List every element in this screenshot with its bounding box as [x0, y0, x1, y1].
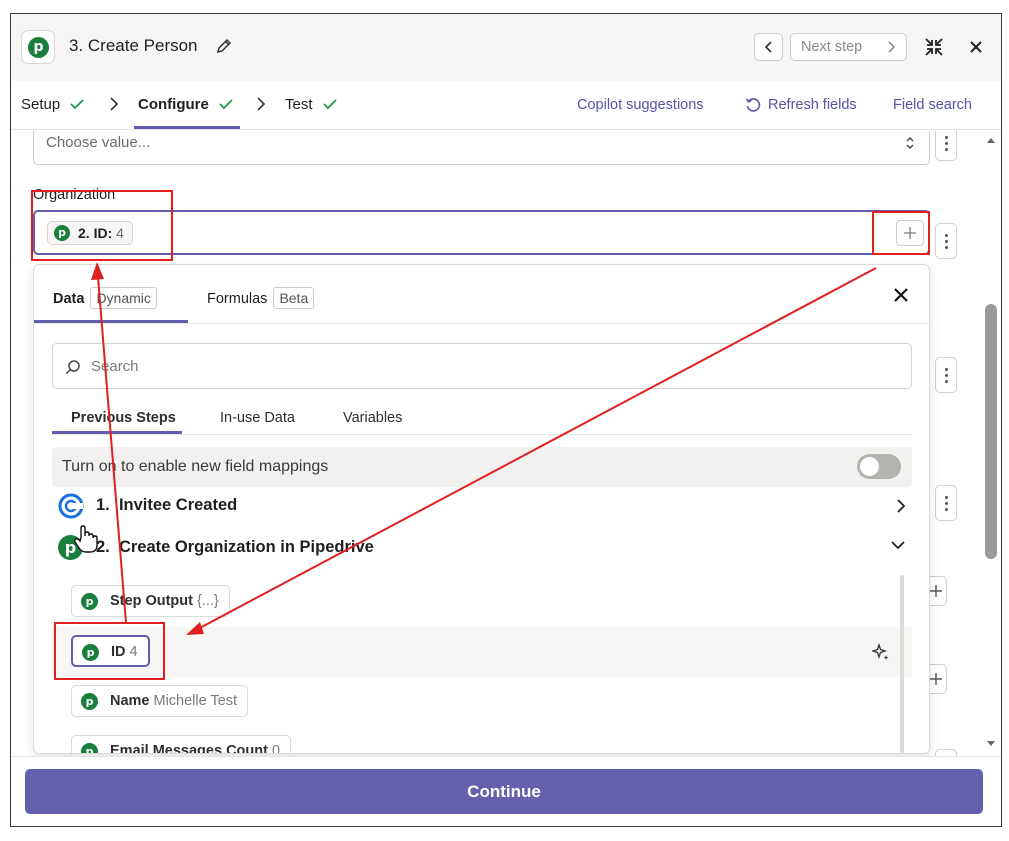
tab-test[interactable]: Test [285, 96, 337, 113]
sparkle-icon[interactable] [872, 643, 890, 661]
check-icon [323, 99, 337, 110]
tab-setup-label: Setup [21, 96, 61, 113]
pill-key: 2. ID: [78, 225, 113, 241]
field-search-link[interactable]: Field search [893, 97, 972, 113]
pipedrive-icon: p [54, 225, 70, 241]
next-step-button[interactable]: Next step [790, 33, 907, 61]
previous-step-button[interactable] [754, 33, 783, 61]
toggle-text: Turn on to enable new field mappings [62, 458, 329, 475]
tab-configure-label: Configure [138, 96, 209, 113]
select-arrows-icon [906, 136, 914, 150]
field-row-id-hover [52, 627, 912, 677]
tab-setup[interactable]: Setup [21, 96, 85, 113]
popup-scrollbar[interactable] [900, 575, 904, 753]
organization-field[interactable]: p 2. ID: 4 [33, 210, 930, 255]
pipedrive-app-logo: p [21, 30, 55, 64]
insert-data-button[interactable] [896, 220, 924, 246]
choose-value-select[interactable]: Choose value... [33, 131, 930, 165]
beta-badge: Beta [273, 287, 315, 309]
field-chip-name[interactable]: p Name Michelle Test [71, 685, 249, 717]
tab-data-label: Data [53, 291, 85, 307]
pipedrive-icon: p [82, 644, 99, 661]
choose-value-placeholder: Choose value... [46, 134, 151, 151]
close-icon[interactable] [969, 40, 983, 54]
app-window: p 3. Create Person Next step Setup Confi… [10, 13, 1002, 827]
chevron-left-icon [764, 41, 772, 53]
tab-configure[interactable]: Configure [138, 96, 233, 113]
pipedrive-icon: p [81, 743, 98, 753]
field-value: Michelle Test [153, 693, 238, 709]
field-value: 0 [271, 743, 281, 754]
dynamic-badge: Dynamic [90, 287, 157, 309]
hand-cursor-icon [73, 525, 98, 553]
field-key: Name [110, 693, 150, 709]
step-name: Create Organization in Pipedrive [118, 538, 374, 556]
step-name: Invitee Created [118, 496, 238, 514]
footer: Continue [11, 756, 1001, 826]
field-value: 4 [129, 644, 138, 660]
chevron-down-icon [891, 541, 905, 550]
step-row-create-organization[interactable]: p 2. Create Organization in Pipedrive [52, 531, 912, 565]
step-header: p 3. Create Person Next step [11, 14, 1001, 81]
step-tabs: Setup Configure Test Copilot suggestions… [11, 81, 1001, 130]
check-icon [70, 99, 85, 110]
field-value: {...} [196, 593, 219, 609]
organization-label: Organization [33, 187, 116, 203]
scroll-up-arrow-icon[interactable] [986, 136, 996, 144]
field-options-button[interactable] [935, 223, 957, 259]
subtab-divider [52, 434, 912, 435]
search-input[interactable]: Search [52, 343, 912, 389]
subtab-variables[interactable]: Variables [343, 410, 402, 426]
field-mappings-toggle-row: Turn on to enable new field mappings [52, 447, 912, 487]
field-key: ID [111, 644, 126, 660]
configure-form: Choose value... Organization p 2. ID: 4 [11, 131, 1001, 767]
refresh-icon[interactable] [745, 97, 761, 113]
data-picker-popup: Data Dynamic Formulas Beta Search Previous… [33, 264, 930, 754]
mapped-value-pill[interactable]: p 2. ID: 4 [47, 221, 133, 245]
copilot-suggestions-link[interactable]: Copilot suggestions [577, 97, 704, 113]
chevron-right-icon [888, 41, 896, 53]
chevron-right-icon [257, 97, 266, 111]
field-options-button[interactable] [935, 485, 957, 521]
field-options-button[interactable] [935, 131, 957, 161]
field-key: Step Output [110, 593, 193, 609]
field-chip-id[interactable]: p ID 4 [71, 635, 150, 667]
check-icon [219, 99, 233, 110]
pencil-icon[interactable] [215, 37, 233, 55]
scroll-down-arrow-icon[interactable] [986, 740, 996, 748]
pill-value: 4 [116, 225, 124, 241]
active-tab-indicator [134, 126, 240, 129]
pipedrive-icon: p [81, 593, 98, 610]
subtab-previous-steps[interactable]: Previous Steps [71, 410, 176, 426]
step-number: 1. [96, 496, 110, 514]
step-row-invitee-created[interactable]: 1. Invitee Created [52, 489, 912, 523]
search-icon [65, 360, 80, 375]
next-step-label: Next step [801, 39, 863, 55]
field-mappings-toggle[interactable] [857, 454, 901, 479]
tab-data[interactable]: Data Dynamic [53, 287, 157, 309]
field-chip-email-messages-count[interactable]: p Email Messages Count 0 [71, 735, 292, 754]
field-chip-step-output[interactable]: p Step Output {...} [71, 585, 230, 617]
field-options-button[interactable] [935, 357, 957, 393]
tab-divider [34, 323, 929, 324]
continue-button[interactable]: Continue [25, 769, 983, 814]
tab-test-label: Test [285, 96, 313, 113]
subtab-in-use-data[interactable]: In-use Data [220, 410, 295, 426]
tab-formulas-label: Formulas [207, 291, 268, 307]
refresh-fields-link[interactable]: Refresh fields [768, 97, 857, 113]
plus-icon [904, 227, 916, 239]
pipedrive-icon: p [81, 693, 98, 710]
close-icon[interactable] [893, 287, 909, 303]
search-placeholder: Search [91, 358, 139, 375]
field-key: Email Messages Count [110, 743, 268, 754]
tab-formulas[interactable]: Formulas Beta [207, 287, 315, 309]
chevron-right-icon [110, 97, 119, 111]
step-title: 3. Create Person [69, 36, 198, 55]
pipedrive-icon: p [28, 37, 49, 58]
chevron-right-icon [897, 499, 906, 513]
collapse-icon[interactable] [923, 36, 945, 58]
calendly-icon [58, 493, 84, 519]
page-scrollbar-thumb[interactable] [985, 304, 997, 559]
